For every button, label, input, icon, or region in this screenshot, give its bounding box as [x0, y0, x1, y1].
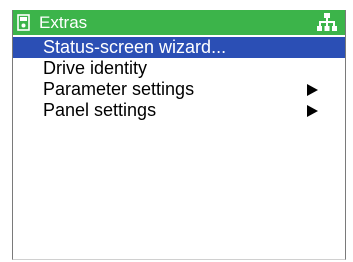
menu-tree-icon[interactable] — [317, 13, 337, 32]
panel-screen: Extras Status-screen wizard... Drive ide… — [12, 10, 346, 260]
menu-item-drive-identity[interactable]: Drive identity — [13, 58, 345, 79]
submenu-arrow-icon — [307, 84, 318, 96]
page-title: Extras — [39, 13, 88, 32]
operator-panel-icon — [17, 14, 30, 31]
menu-item-label: Drive identity — [43, 58, 148, 78]
menu-item-status-screen-wizard[interactable]: Status-screen wizard... — [13, 37, 345, 58]
menu-item-label: Panel settings — [43, 100, 157, 120]
extras-menu: Status-screen wizard... Drive identity P… — [13, 37, 345, 121]
menu-item-label: Parameter settings — [43, 79, 195, 99]
submenu-arrow-icon — [307, 105, 318, 117]
menu-item-label: Status-screen wizard... — [43, 37, 227, 57]
title-bar: Extras — [13, 10, 345, 35]
menu-item-panel-settings[interactable]: Panel settings — [13, 100, 345, 121]
menu-item-parameter-settings[interactable]: Parameter settings — [13, 79, 345, 100]
